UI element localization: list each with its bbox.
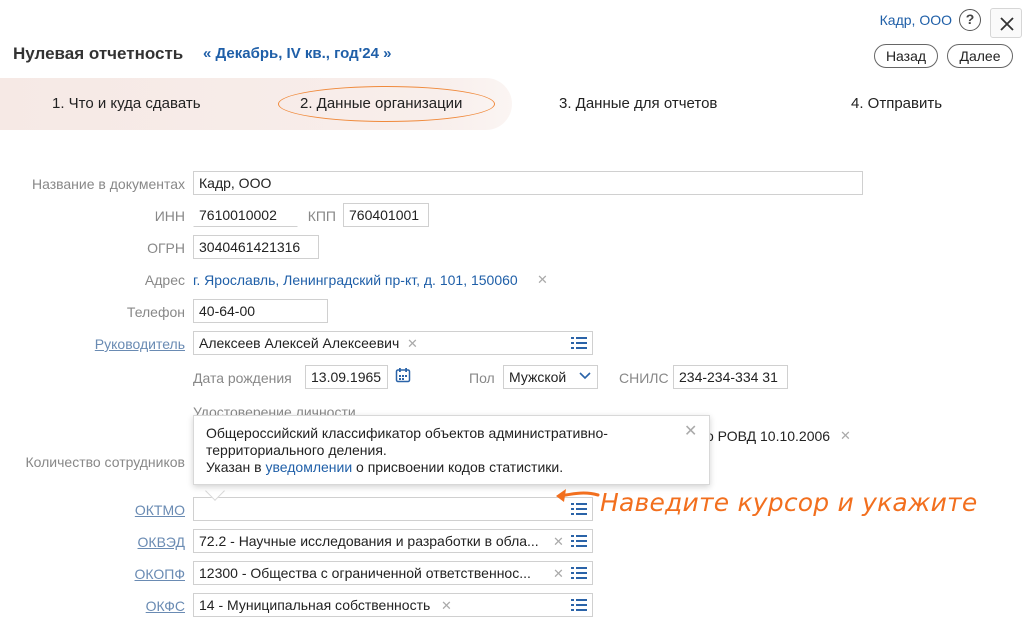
- period-prev-button[interactable]: «: [203, 45, 211, 62]
- oktmo-label-link[interactable]: ОКТМО: [0, 501, 185, 519]
- okved-list-icon[interactable]: [571, 535, 587, 547]
- back-button[interactable]: Назад: [874, 44, 938, 68]
- director-list-icon[interactable]: [571, 337, 587, 349]
- okved-field[interactable]: 72.2 - Научные исследования и разработки…: [193, 529, 593, 553]
- oktmo-tooltip: Общероссийский классификатор объектов ад…: [193, 415, 710, 485]
- close-button[interactable]: [990, 8, 1022, 38]
- tooltip-line-2: территориального деления.: [206, 442, 387, 458]
- kpp-label: КПП: [307, 208, 336, 224]
- calendar-icon[interactable]: [395, 367, 411, 383]
- step-4[interactable]: 4. Отправить: [851, 95, 942, 113]
- tooltip-line-3: Указан в уведомлении о присвоении кодов …: [206, 459, 697, 476]
- id-doc-value[interactable]: о РОВД 10.10.2006: [706, 427, 830, 445]
- annotation-hint: Наведите курсор и укажите: [600, 488, 978, 517]
- help-icon[interactable]: ?: [959, 9, 981, 31]
- kpp-field[interactable]: 760401001: [343, 203, 429, 227]
- director-field[interactable]: Алексеев Алексей Алексеевич: [193, 331, 593, 355]
- period-label[interactable]: Декабрь, IV кв., год'24: [216, 45, 379, 62]
- ogrn-field[interactable]: 3040461421316: [193, 235, 319, 259]
- okfs-label-link[interactable]: ОКФС: [0, 597, 185, 615]
- tooltip-line-3-prefix: Указан в: [206, 459, 266, 475]
- birth-date-label: Дата рождения: [193, 370, 292, 386]
- id-doc-clear-icon[interactable]: ✕: [840, 429, 851, 443]
- wizard-steps: 1. Что и куда сдавать 2. Данные организа…: [0, 78, 1024, 130]
- address-label: Адрес: [144, 272, 185, 288]
- notification-link[interactable]: уведомлении: [265, 459, 352, 475]
- step-1[interactable]: 1. Что и куда сдавать: [52, 95, 201, 113]
- inn-label: ИНН: [154, 208, 185, 224]
- tooltip-close-icon[interactable]: ✕: [684, 424, 697, 440]
- okfs-value: 14 - Муниципальная собственность: [199, 597, 431, 613]
- oktmo-field[interactable]: [193, 497, 593, 521]
- step-3[interactable]: 3. Данные для отчетов: [559, 95, 717, 113]
- period-next-button[interactable]: »: [383, 45, 391, 62]
- address-link[interactable]: г. Ярославль, Ленинградский пр-кт, д. 10…: [193, 271, 518, 289]
- page-title: Нулевая отчетность: [13, 44, 184, 63]
- phone-label: Телефон: [126, 304, 185, 320]
- director-clear-icon[interactable]: ✕: [407, 337, 418, 351]
- sex-value: Мужской: [509, 369, 567, 385]
- okopf-list-icon[interactable]: [571, 567, 587, 579]
- step-2[interactable]: 2. Данные организации: [300, 95, 462, 113]
- okopf-value: 12300 - Общества с ограниченной ответств…: [199, 565, 531, 581]
- snils-label: СНИЛС: [619, 370, 669, 386]
- org-name-link[interactable]: Кадр, ООО: [880, 10, 952, 30]
- name-label: Название в документах: [31, 176, 185, 192]
- okfs-list-icon[interactable]: [571, 599, 587, 611]
- next-button[interactable]: Далее: [947, 44, 1013, 68]
- okfs-field[interactable]: 14 - Муниципальная собственность: [193, 593, 593, 617]
- ogrn-label: ОГРН: [147, 240, 185, 256]
- inn-field[interactable]: 7610010002: [193, 203, 298, 227]
- director-value: Алексеев Алексей Алексеевич: [199, 335, 400, 351]
- okopf-field[interactable]: 12300 - Общества с ограниченной ответств…: [193, 561, 593, 585]
- close-icon: [1000, 17, 1014, 31]
- okopf-clear-icon[interactable]: ✕: [553, 567, 564, 581]
- okfs-clear-icon[interactable]: ✕: [441, 599, 452, 613]
- address-clear-icon[interactable]: ✕: [537, 273, 548, 287]
- okopf-label-link[interactable]: ОКОПФ: [0, 565, 185, 583]
- employees-label: Количество сотрудников: [25, 454, 185, 470]
- okved-clear-icon[interactable]: ✕: [553, 535, 564, 549]
- period-nav: « Декабрь, IV кв., год'24 »: [203, 44, 391, 64]
- tooltip-line-3-suffix: о присвоении кодов статистики.: [352, 459, 564, 475]
- okved-label-link[interactable]: ОКВЭД: [0, 533, 185, 551]
- tooltip-line-1: Общероссийский классификатор объектов ад…: [206, 425, 608, 441]
- sex-label: Пол: [469, 370, 495, 386]
- birth-date-field[interactable]: 13.09.1965: [305, 365, 388, 389]
- director-label-link[interactable]: Руководитель: [0, 335, 185, 353]
- snils-field[interactable]: 234-234-334 31: [673, 365, 788, 389]
- phone-field[interactable]: 40-64-00: [193, 299, 328, 323]
- arrow-left-icon: [556, 489, 600, 502]
- chevron-down-icon: [579, 372, 591, 380]
- name-field[interactable]: Кадр, ООО: [193, 171, 863, 195]
- okved-value: 72.2 - Научные исследования и разработки…: [199, 533, 539, 549]
